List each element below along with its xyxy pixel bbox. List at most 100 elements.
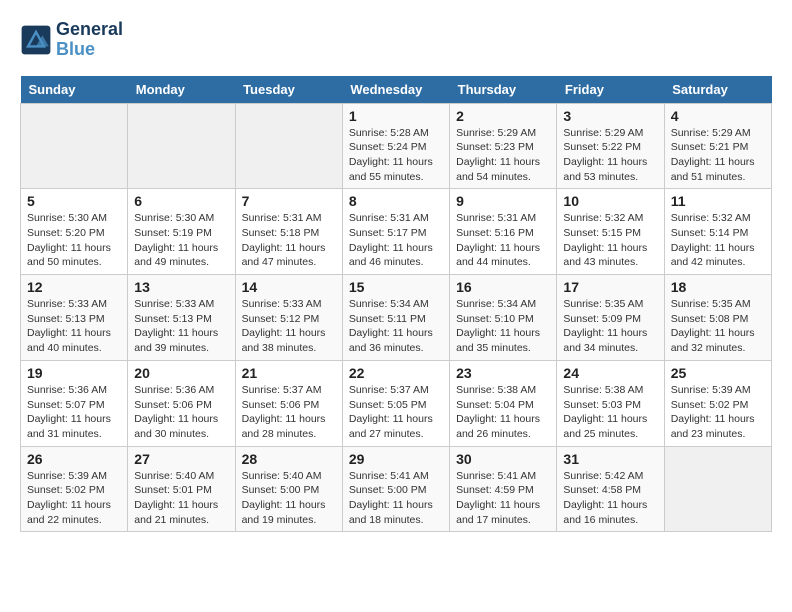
weekday-header-friday: Friday xyxy=(557,76,664,104)
day-info: Sunrise: 5:32 AMSunset: 5:15 PMDaylight:… xyxy=(563,211,657,270)
calendar-cell xyxy=(128,103,235,189)
weekday-header-sunday: Sunday xyxy=(21,76,128,104)
day-number: 22 xyxy=(349,365,443,381)
day-info: Sunrise: 5:41 AMSunset: 5:00 PMDaylight:… xyxy=(349,469,443,528)
calendar-cell: 27 Sunrise: 5:40 AMSunset: 5:01 PMDayligh… xyxy=(128,446,235,532)
day-info: Sunrise: 5:31 AMSunset: 5:18 PMDaylight:… xyxy=(242,211,336,270)
day-info: Sunrise: 5:33 AMSunset: 5:12 PMDaylight:… xyxy=(242,297,336,356)
calendar-cell xyxy=(21,103,128,189)
calendar-cell: 18 Sunrise: 5:35 AMSunset: 5:08 PMDayligh… xyxy=(664,275,771,361)
day-number: 20 xyxy=(134,365,228,381)
day-number: 10 xyxy=(563,193,657,209)
day-info: Sunrise: 5:38 AMSunset: 5:03 PMDaylight:… xyxy=(563,383,657,442)
day-info: Sunrise: 5:37 AMSunset: 5:05 PMDaylight:… xyxy=(349,383,443,442)
day-number: 6 xyxy=(134,193,228,209)
day-number: 26 xyxy=(27,451,121,467)
logo-text: General Blue xyxy=(56,20,123,60)
day-number: 28 xyxy=(242,451,336,467)
calendar-cell: 11Sunrise: 5:32 AMSunset: 5:14 PMDayligh… xyxy=(664,189,771,275)
day-info: Sunrise: 5:32 AMSunset: 5:14 PMDaylight:… xyxy=(671,211,765,270)
day-info: Sunrise: 5:29 AMSunset: 5:21 PMDaylight:… xyxy=(671,126,765,185)
day-number: 29 xyxy=(349,451,443,467)
day-number: 7 xyxy=(242,193,336,209)
calendar-cell: 9 Sunrise: 5:31 AMSunset: 5:16 PMDaylight… xyxy=(450,189,557,275)
day-number: 4 xyxy=(671,108,765,124)
calendar-cell: 12 Sunrise: 5:33 AMSunset: 5:13 PMDayligh… xyxy=(21,275,128,361)
day-number: 3 xyxy=(563,108,657,124)
calendar-cell: 23Sunrise: 5:38 AMSunset: 5:04 PMDayligh… xyxy=(450,360,557,446)
calendar-cell: 7 Sunrise: 5:31 AMSunset: 5:18 PMDaylight… xyxy=(235,189,342,275)
day-number: 8 xyxy=(349,193,443,209)
calendar-week-row: 12 Sunrise: 5:33 AMSunset: 5:13 PMDayligh… xyxy=(21,275,772,361)
day-info: Sunrise: 5:29 AMSunset: 5:23 PMDaylight:… xyxy=(456,126,550,185)
calendar-cell: 24Sunrise: 5:38 AMSunset: 5:03 PMDayligh… xyxy=(557,360,664,446)
day-info: Sunrise: 5:34 AMSunset: 5:10 PMDaylight:… xyxy=(456,297,550,356)
day-info: Sunrise: 5:36 AMSunset: 5:07 PMDaylight:… xyxy=(27,383,121,442)
calendar-week-row: 5 Sunrise: 5:30 AMSunset: 5:20 PMDaylight… xyxy=(21,189,772,275)
day-info: Sunrise: 5:33 AMSunset: 5:13 PMDaylight:… xyxy=(134,297,228,356)
day-info: Sunrise: 5:31 AMSunset: 5:17 PMDaylight:… xyxy=(349,211,443,270)
day-number: 13 xyxy=(134,279,228,295)
calendar-week-row: 26 Sunrise: 5:39 AMSunset: 5:02 PMDayligh… xyxy=(21,446,772,532)
calendar-cell xyxy=(235,103,342,189)
day-number: 30 xyxy=(456,451,550,467)
logo: General Blue xyxy=(20,20,123,60)
calendar-cell: 25 Sunrise: 5:39 AMSunset: 5:02 PMDayligh… xyxy=(664,360,771,446)
day-number: 12 xyxy=(27,279,121,295)
weekday-header-monday: Monday xyxy=(128,76,235,104)
calendar-cell: 16 Sunrise: 5:34 AMSunset: 5:10 PMDayligh… xyxy=(450,275,557,361)
day-info: Sunrise: 5:40 AMSunset: 5:00 PMDaylight:… xyxy=(242,469,336,528)
day-number: 5 xyxy=(27,193,121,209)
day-info: Sunrise: 5:30 AMSunset: 5:20 PMDaylight:… xyxy=(27,211,121,270)
calendar-cell: 28 Sunrise: 5:40 AMSunset: 5:00 PMDayligh… xyxy=(235,446,342,532)
calendar-cell: 21 Sunrise: 5:37 AMSunset: 5:06 PMDayligh… xyxy=(235,360,342,446)
day-number: 15 xyxy=(349,279,443,295)
day-info: Sunrise: 5:37 AMSunset: 5:06 PMDaylight:… xyxy=(242,383,336,442)
calendar-week-row: 19 Sunrise: 5:36 AMSunset: 5:07 PMDayligh… xyxy=(21,360,772,446)
day-number: 9 xyxy=(456,193,550,209)
day-number: 2 xyxy=(456,108,550,124)
day-info: Sunrise: 5:40 AMSunset: 5:01 PMDaylight:… xyxy=(134,469,228,528)
calendar-cell: 2 Sunrise: 5:29 AMSunset: 5:23 PMDaylight… xyxy=(450,103,557,189)
calendar-cell: 26 Sunrise: 5:39 AMSunset: 5:02 PMDayligh… xyxy=(21,446,128,532)
day-number: 18 xyxy=(671,279,765,295)
day-info: Sunrise: 5:29 AMSunset: 5:22 PMDaylight:… xyxy=(563,126,657,185)
day-info: Sunrise: 5:39 AMSunset: 5:02 PMDaylight:… xyxy=(27,469,121,528)
day-number: 27 xyxy=(134,451,228,467)
calendar-cell: 30Sunrise: 5:41 AMSunset: 4:59 PMDayligh… xyxy=(450,446,557,532)
calendar-cell: 6 Sunrise: 5:30 AMSunset: 5:19 PMDaylight… xyxy=(128,189,235,275)
day-number: 25 xyxy=(671,365,765,381)
calendar-header-row: SundayMondayTuesdayWednesdayThursdayFrid… xyxy=(21,76,772,104)
calendar-cell: 14 Sunrise: 5:33 AMSunset: 5:12 PMDayligh… xyxy=(235,275,342,361)
weekday-header-thursday: Thursday xyxy=(450,76,557,104)
weekday-header-tuesday: Tuesday xyxy=(235,76,342,104)
calendar-cell: 4 Sunrise: 5:29 AMSunset: 5:21 PMDaylight… xyxy=(664,103,771,189)
day-info: Sunrise: 5:36 AMSunset: 5:06 PMDaylight:… xyxy=(134,383,228,442)
calendar-table: SundayMondayTuesdayWednesdayThursdayFrid… xyxy=(20,76,772,533)
calendar-cell: 3 Sunrise: 5:29 AMSunset: 5:22 PMDaylight… xyxy=(557,103,664,189)
day-number: 17 xyxy=(563,279,657,295)
day-info: Sunrise: 5:33 AMSunset: 5:13 PMDaylight:… xyxy=(27,297,121,356)
day-info: Sunrise: 5:42 AMSunset: 4:58 PMDaylight:… xyxy=(563,469,657,528)
calendar-cell: 5 Sunrise: 5:30 AMSunset: 5:20 PMDaylight… xyxy=(21,189,128,275)
day-info: Sunrise: 5:31 AMSunset: 5:16 PMDaylight:… xyxy=(456,211,550,270)
day-number: 21 xyxy=(242,365,336,381)
calendar-cell: 20 Sunrise: 5:36 AMSunset: 5:06 PMDayligh… xyxy=(128,360,235,446)
calendar-cell: 31 Sunrise: 5:42 AMSunset: 4:58 PMDayligh… xyxy=(557,446,664,532)
calendar-cell: 19 Sunrise: 5:36 AMSunset: 5:07 PMDayligh… xyxy=(21,360,128,446)
day-info: Sunrise: 5:38 AMSunset: 5:04 PMDaylight:… xyxy=(456,383,550,442)
calendar-cell: 17 Sunrise: 5:35 AMSunset: 5:09 PMDayligh… xyxy=(557,275,664,361)
day-info: Sunrise: 5:30 AMSunset: 5:19 PMDaylight:… xyxy=(134,211,228,270)
day-number: 19 xyxy=(27,365,121,381)
page-header: General Blue xyxy=(20,20,772,60)
day-number: 31 xyxy=(563,451,657,467)
day-info: Sunrise: 5:35 AMSunset: 5:09 PMDaylight:… xyxy=(563,297,657,356)
day-info: Sunrise: 5:28 AMSunset: 5:24 PMDaylight:… xyxy=(349,126,443,185)
day-number: 14 xyxy=(242,279,336,295)
day-number: 16 xyxy=(456,279,550,295)
day-info: Sunrise: 5:39 AMSunset: 5:02 PMDaylight:… xyxy=(671,383,765,442)
day-info: Sunrise: 5:35 AMSunset: 5:08 PMDaylight:… xyxy=(671,297,765,356)
calendar-cell: 8 Sunrise: 5:31 AMSunset: 5:17 PMDaylight… xyxy=(342,189,449,275)
calendar-cell: 13 Sunrise: 5:33 AMSunset: 5:13 PMDayligh… xyxy=(128,275,235,361)
calendar-cell xyxy=(664,446,771,532)
